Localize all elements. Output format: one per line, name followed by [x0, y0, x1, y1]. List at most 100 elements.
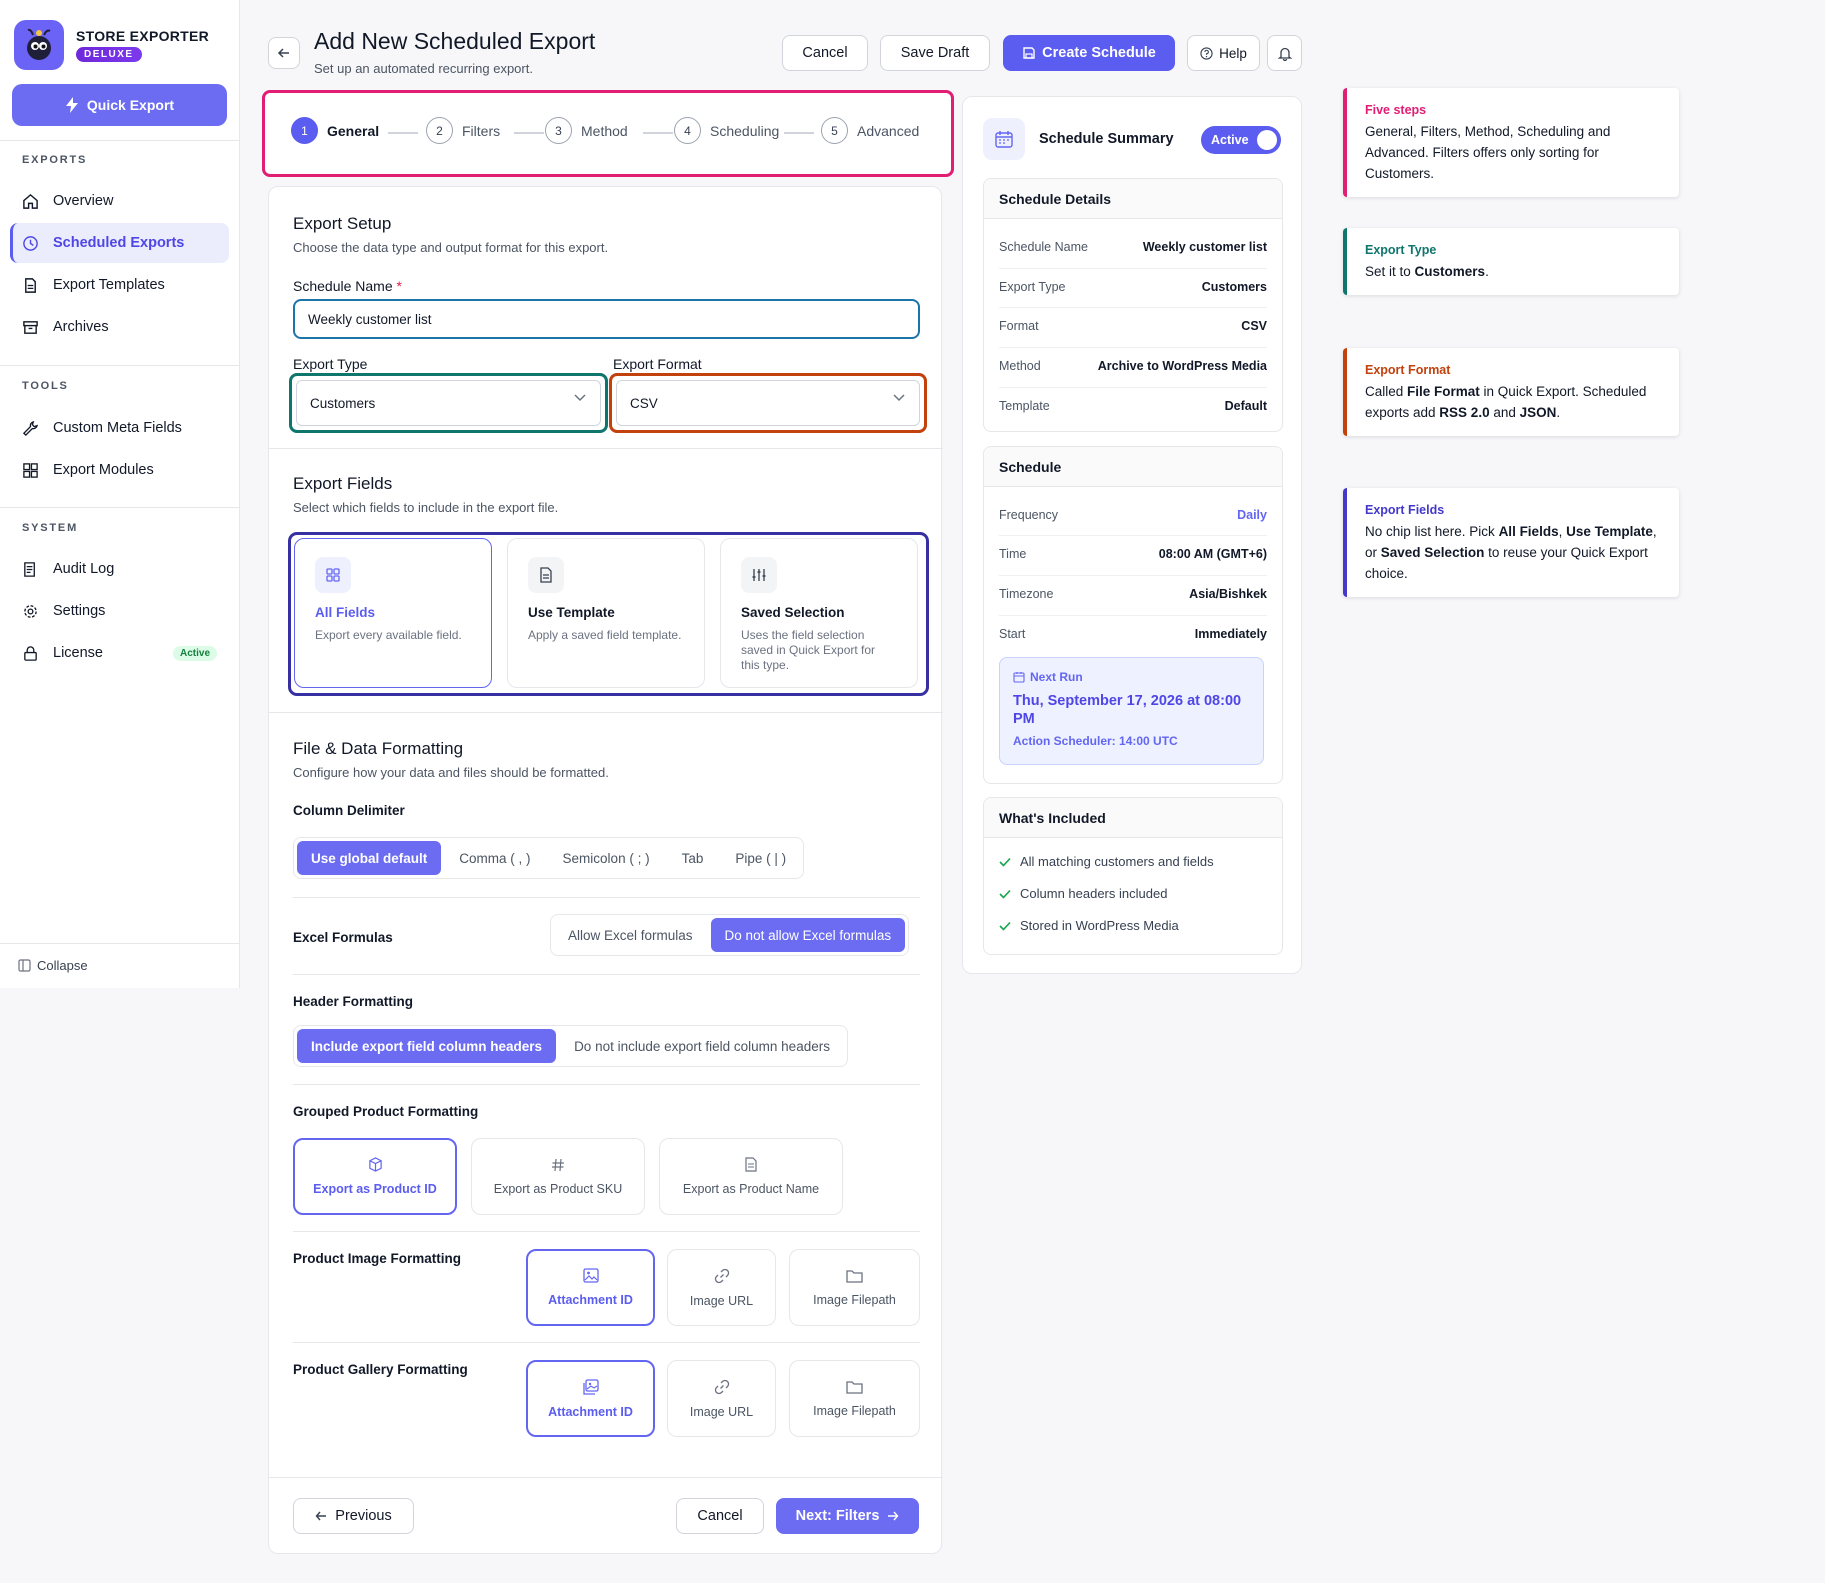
export-format-select[interactable]: CSV: [616, 380, 920, 426]
saved-selection-option[interactable]: Saved Selection Uses the field selection…: [720, 538, 918, 688]
image-filepath-tile[interactable]: Image Filepath: [789, 1249, 920, 1326]
sidebar-item-scheduled-exports[interactable]: Scheduled Exports: [10, 223, 229, 263]
next-run-scheduler: Action Scheduler: 14:00 UTC: [1013, 734, 1178, 749]
annotation-text: and: [1489, 405, 1520, 421]
annotation-strong: RSS 2.0: [1439, 405, 1490, 421]
sidebar-item-archives[interactable]: Archives: [10, 307, 229, 347]
annotation-strong: File Format: [1407, 384, 1480, 400]
schedule-value: 08:00 AM (GMT+6): [1158, 547, 1267, 561]
annotation-strong: JSON: [1519, 405, 1557, 421]
help-button[interactable]: Help: [1187, 35, 1260, 71]
delimiter-option-semicolon[interactable]: Semicolon ( ; ): [549, 841, 664, 875]
previous-button[interactable]: Previous: [293, 1498, 414, 1534]
gallery-icon: [582, 1378, 599, 1395]
step-filters[interactable]: 2 Filters: [426, 117, 500, 144]
export-setup-title: Export Setup: [293, 214, 392, 233]
sidebar-item-label: Archives: [53, 319, 109, 335]
option-description: Export every available field.: [315, 628, 462, 642]
detail-key: Schedule Name: [999, 240, 1088, 254]
step-method[interactable]: 3 Method: [545, 117, 628, 144]
brand-badge: DELUXE: [76, 47, 142, 62]
collapse-button[interactable]: Collapse: [18, 958, 88, 973]
sidebar-item-audit-log[interactable]: Audit Log: [10, 549, 229, 589]
all-fields-option[interactable]: All Fields Export every available field.: [294, 538, 492, 688]
disallow-excel-option[interactable]: Do not allow Excel formulas: [710, 918, 906, 952]
export-fields-title: Export Fields: [293, 474, 393, 493]
chevron-down-icon: [893, 394, 905, 402]
delimiter-option-pipe[interactable]: Pipe ( | ): [721, 841, 800, 875]
step-number: 3: [545, 117, 572, 144]
schedule-row: Time 08:00 AM (GMT+6): [999, 534, 1267, 574]
image-attachment-id-tile[interactable]: Attachment ID: [526, 1249, 655, 1326]
back-button[interactable]: [268, 37, 300, 69]
product-image-label: Product Image Formatting: [293, 1251, 462, 1266]
sidebar-item-export-templates[interactable]: Export Templates: [10, 265, 229, 305]
export-as-product-sku-tile[interactable]: Export as Product SKU: [471, 1138, 645, 1215]
export-type-select[interactable]: Customers: [296, 380, 601, 426]
delimiter-option-global[interactable]: Use global default: [297, 841, 442, 875]
schedule-details-head: Schedule Details: [984, 179, 1282, 219]
box-icon: [368, 1157, 382, 1172]
sidebar-item-export-modules[interactable]: Export Modules: [10, 450, 229, 490]
step-scheduling[interactable]: 4 Scheduling: [674, 117, 779, 144]
delimiter-option-tab[interactable]: Tab: [668, 841, 718, 875]
gallery-attachment-id-tile[interactable]: Attachment ID: [526, 1360, 655, 1437]
export-fields-subtitle: Select which fields to include in the ex…: [293, 500, 559, 515]
annotation-text: .: [1556, 405, 1561, 421]
annotation-export-type: Export Type Set it to Customers.: [1343, 228, 1679, 296]
include-headers-option[interactable]: Include export field column headers: [297, 1029, 557, 1063]
save-draft-button[interactable]: Save Draft: [880, 35, 990, 71]
annotation-body: Called File Format in Quick Export. Sche…: [1365, 382, 1661, 424]
step-advanced[interactable]: 5 Advanced: [821, 117, 919, 144]
notifications-button[interactable]: [1267, 35, 1302, 71]
quick-export-button[interactable]: Quick Export: [12, 84, 227, 126]
next-filters-button[interactable]: Next: Filters: [776, 1498, 919, 1534]
detail-row: Method Archive to WordPress Media: [999, 346, 1267, 386]
create-schedule-button[interactable]: Create Schedule: [1003, 35, 1175, 71]
next-run-label: Next Run: [1013, 670, 1250, 684]
sidebar-item-license[interactable]: License Active: [10, 633, 229, 673]
schedule-row: Frequency Daily: [999, 495, 1267, 535]
gallery-filepath-tile[interactable]: Image Filepath: [789, 1360, 920, 1437]
export-as-product-name-tile[interactable]: Export as Product Name: [659, 1138, 843, 1215]
sidebar-item-overview[interactable]: Overview: [10, 181, 229, 221]
detail-row: Template Default: [999, 386, 1267, 426]
active-toggle[interactable]: Active: [1201, 126, 1281, 154]
schedule-head: Schedule: [984, 447, 1282, 487]
sidebar-item-custom-meta-fields[interactable]: Custom Meta Fields: [10, 408, 229, 448]
next-run-date: Thu, September 17, 2026 at 08:00 PM: [1013, 693, 1242, 728]
annotation-body: No chip list here. Pick All Fields, Use …: [1365, 522, 1661, 585]
schedule-name-input[interactable]: Weekly customer list: [293, 299, 920, 339]
use-template-option[interactable]: Use Template Apply a saved field templat…: [507, 538, 705, 688]
bell-icon: [1277, 47, 1292, 61]
schedule-key: Timezone: [999, 587, 1054, 601]
grid-icon: [23, 462, 38, 478]
step-general[interactable]: 1 General: [291, 117, 379, 144]
sidebar-item-settings[interactable]: Settings: [10, 591, 229, 631]
included-item: Column headers included: [999, 886, 1167, 901]
step-label: Method: [581, 122, 628, 139]
detail-row: Export Type Customers: [999, 267, 1267, 307]
archive-icon: [23, 320, 38, 334]
allow-excel-option[interactable]: Allow Excel formulas: [554, 918, 707, 952]
cancel-button[interactable]: Cancel: [782, 35, 868, 71]
annotation-text: Set it to: [1365, 264, 1415, 280]
delimiter-option-comma[interactable]: Comma ( , ): [445, 841, 544, 875]
schedule-row: Timezone Asia/Bishkek: [999, 574, 1267, 614]
footer-cancel-button[interactable]: Cancel: [676, 1498, 764, 1534]
step-number: 1: [291, 117, 318, 144]
schedule-name-label: Schedule Name *: [293, 278, 402, 294]
export-as-product-id-tile[interactable]: Export as Product ID: [293, 1138, 457, 1215]
tile-label: Image Filepath: [813, 1403, 896, 1418]
next-run-label-text: Next Run: [1030, 670, 1083, 684]
previous-label: Previous: [335, 1508, 392, 1524]
annotation-strong: Customers: [1414, 264, 1486, 280]
image-url-tile[interactable]: Image URL: [667, 1249, 776, 1326]
document-icon: [25, 277, 36, 293]
option-description: Uses the field selection saved in Quick …: [741, 628, 876, 672]
exclude-headers-option[interactable]: Do not include export field column heade…: [560, 1029, 844, 1063]
gallery-url-tile[interactable]: Image URL: [667, 1360, 776, 1437]
export-format-value: CSV: [630, 395, 658, 411]
divider: [0, 943, 240, 944]
included-item: Stored in WordPress Media: [999, 918, 1179, 933]
